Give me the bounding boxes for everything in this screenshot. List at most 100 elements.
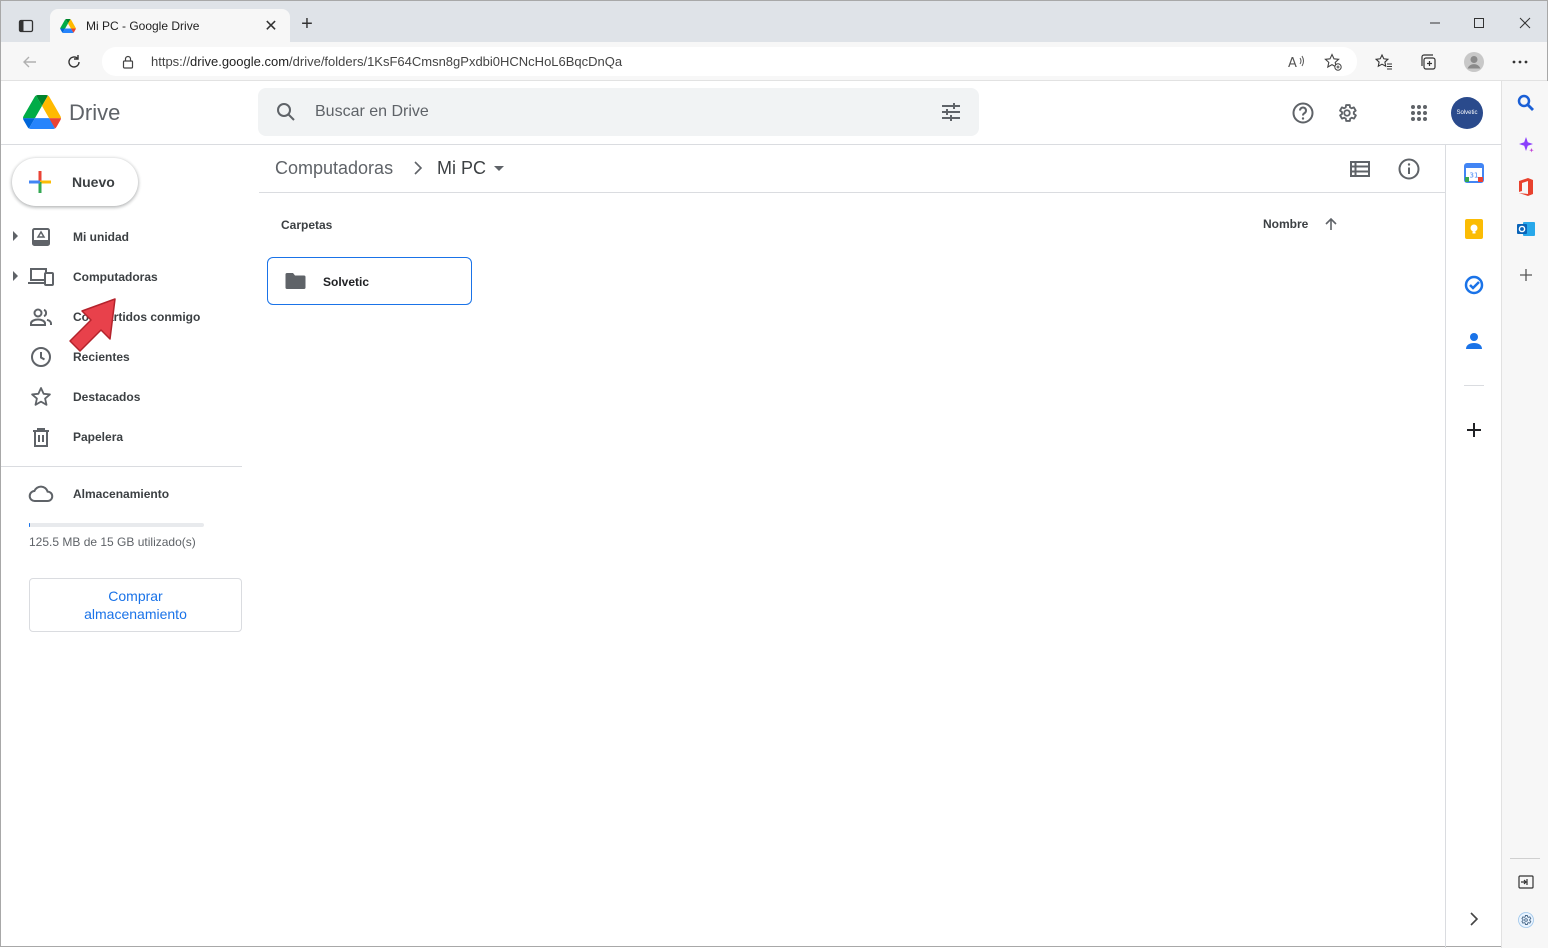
apps-grid-icon[interactable]: [1405, 99, 1433, 127]
tab-bar: Mi PC - Google Drive ✕ +: [1, 1, 1547, 42]
contacts-icon[interactable]: [1462, 329, 1486, 353]
url-prefix: https://: [151, 54, 191, 69]
add-favorite-icon[interactable]: [1323, 52, 1343, 72]
clock-icon: [28, 345, 54, 369]
maximize-icon[interactable]: [1467, 11, 1491, 35]
lock-icon[interactable]: [118, 52, 138, 72]
browser-window: Mi PC - Google Drive ✕ + https://drive.g…: [0, 0, 1548, 948]
drive-logo-icon[interactable]: [23, 95, 61, 129]
profile-icon[interactable]: [1461, 49, 1487, 75]
drive-header: Drive Buscar en Drive Solvetic: [1, 81, 1501, 145]
drive-sidebar: Nuevo Mi unidad Computadoras Compartidos…: [1, 145, 257, 948]
list-view-icon[interactable]: [1347, 156, 1373, 182]
new-button[interactable]: Nuevo: [12, 158, 138, 206]
search-options-icon[interactable]: [937, 98, 965, 126]
section-title: Carpetas: [281, 218, 333, 232]
sidebar-item-starred[interactable]: Destacados: [1, 381, 242, 413]
copilot-sparkle-icon[interactable]: [1514, 133, 1538, 157]
edge-sidebar: [1501, 81, 1548, 948]
sidebar-item-recent[interactable]: Recientes: [1, 341, 242, 373]
sort-arrow-up-icon[interactable]: [1324, 217, 1338, 231]
avatar[interactable]: Solvetic: [1451, 97, 1483, 129]
back-icon[interactable]: [17, 49, 43, 75]
url-path: /drive/folders/1KsF64Cmsn8gPxdbi0HCNcHoL…: [289, 54, 623, 69]
buy-storage-button[interactable]: Comprar almacenamiento: [29, 578, 242, 632]
cloud-icon: [28, 482, 54, 506]
search-input[interactable]: Buscar en Drive: [315, 103, 429, 121]
search-icon[interactable]: [272, 98, 300, 126]
more-options-icon[interactable]: [1507, 49, 1533, 75]
office-icon[interactable]: [1514, 175, 1538, 199]
browser-tab[interactable]: Mi PC - Google Drive ✕: [50, 9, 290, 42]
bing-search-icon[interactable]: [1514, 91, 1538, 115]
close-window-icon[interactable]: [1513, 11, 1537, 35]
add-addon-icon[interactable]: [1462, 418, 1486, 442]
tab-title: Mi PC - Google Drive: [86, 18, 200, 33]
computers-icon: [28, 265, 54, 289]
refresh-icon[interactable]: [61, 49, 87, 75]
address-toolbar: https://drive.google.com/drive/folders/1…: [1, 42, 1547, 81]
side-panel-divider: [1464, 385, 1484, 386]
storage-progress: [29, 523, 204, 527]
help-icon[interactable]: [1289, 99, 1317, 127]
hide-sidebar-icon[interactable]: [1514, 870, 1538, 894]
storage-progress-fill: [29, 523, 31, 527]
settings-gear-icon[interactable]: [1333, 99, 1361, 127]
trash-icon: [28, 425, 54, 449]
buy-storage-label: Comprar almacenamiento: [84, 588, 187, 622]
breadcrumb-current[interactable]: Mi PC: [437, 158, 486, 179]
info-icon[interactable]: [1396, 156, 1422, 182]
sidebar-item-label: Mi unidad: [73, 230, 129, 244]
url-domain: drive.google.com: [190, 54, 290, 69]
url-text: https://drive.google.com/drive/folders/1…: [151, 54, 622, 69]
edge-sidebar-divider: [1510, 858, 1540, 859]
sidebar-item-trash[interactable]: Papelera: [1, 421, 242, 453]
sidebar-item-shared[interactable]: Compartidos conmigo: [1, 301, 242, 333]
close-tab-icon[interactable]: ✕: [262, 16, 280, 36]
pointer-arrow-icon: [69, 298, 116, 352]
sidebar-item-my-drive[interactable]: Mi unidad: [1, 221, 242, 253]
folder-card[interactable]: Solvetic: [267, 257, 472, 305]
storage-usage-text: 125.5 MB de 15 GB utilizado(s): [29, 535, 196, 549]
sidebar-item-computers[interactable]: Computadoras: [1, 261, 242, 293]
new-tab-icon[interactable]: +: [297, 14, 317, 35]
tasks-icon[interactable]: [1462, 273, 1486, 297]
expand-caret-icon[interactable]: [13, 231, 18, 241]
sidebar-divider: [1, 466, 242, 467]
sidebar-item-label: Papelera: [73, 430, 124, 444]
favorites-icon[interactable]: [1371, 49, 1397, 75]
star-icon: [28, 385, 54, 409]
main-content: Computadoras Mi PC Carpetas Nombre Solve…: [259, 145, 1445, 948]
minimize-icon[interactable]: [1423, 11, 1447, 35]
sort-by-name[interactable]: Nombre: [1263, 217, 1308, 231]
brand-name[interactable]: Drive: [69, 100, 120, 126]
sidebar-settings-gear-icon[interactable]: [1514, 908, 1538, 932]
tab-actions-icon[interactable]: [13, 13, 39, 39]
google-side-panel: 31: [1445, 145, 1501, 948]
calendar-icon[interactable]: 31: [1462, 161, 1486, 185]
my-drive-icon: [28, 225, 54, 249]
breadcrumb: Computadoras Mi PC: [259, 145, 1445, 193]
svg-text:31: 31: [1470, 172, 1479, 180]
keep-icon[interactable]: [1462, 217, 1486, 241]
new-plus-icon: [29, 171, 51, 193]
chevron-right-icon[interactable]: [1462, 907, 1486, 931]
folder-name: Solvetic: [323, 275, 370, 289]
new-button-label: Nuevo: [72, 174, 115, 190]
chevron-down-icon[interactable]: [494, 166, 504, 171]
breadcrumb-parent[interactable]: Computadoras: [275, 158, 393, 179]
drive-favicon-icon: [60, 18, 76, 33]
read-aloud-icon[interactable]: A: [1287, 52, 1307, 72]
add-sidebar-app-icon[interactable]: [1514, 263, 1538, 287]
outlook-icon[interactable]: [1514, 217, 1538, 241]
chevron-right-icon: [414, 161, 423, 175]
address-bar[interactable]: https://drive.google.com/drive/folders/1…: [102, 47, 1357, 76]
avatar-text: Solvetic: [1456, 110, 1478, 116]
expand-caret-icon[interactable]: [13, 271, 18, 281]
sidebar-item-storage[interactable]: Almacenamiento: [1, 478, 242, 510]
sidebar-item-label: Almacenamiento: [73, 487, 170, 501]
folder-icon: [285, 273, 306, 289]
search-bar[interactable]: Buscar en Drive: [258, 88, 979, 136]
collections-icon[interactable]: [1415, 49, 1441, 75]
sidebar-item-label: Computadoras: [73, 270, 158, 284]
